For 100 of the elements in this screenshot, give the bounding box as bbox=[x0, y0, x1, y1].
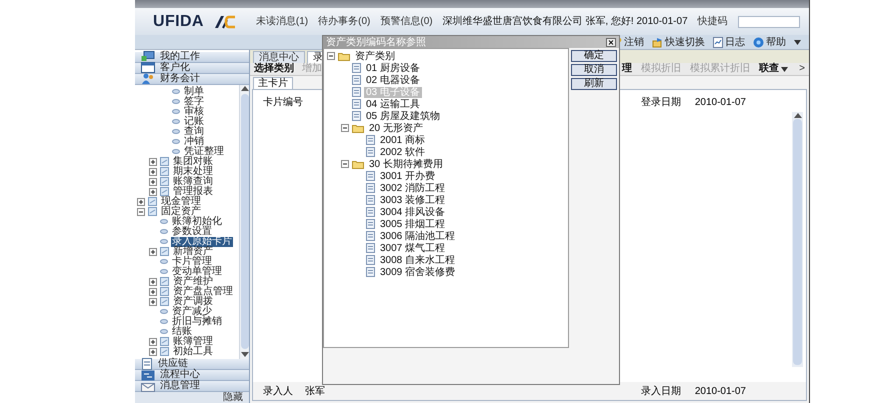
tree-item[interactable]: 资产减少 bbox=[171, 306, 213, 317]
expand-icon[interactable] bbox=[149, 298, 157, 306]
tree-item[interactable]: 变动单管理 bbox=[171, 266, 223, 277]
expand-icon[interactable] bbox=[149, 168, 157, 176]
tree-item[interactable]: 3005 排烟工程 bbox=[378, 218, 448, 230]
header-link[interactable]: 未读消息(1) bbox=[256, 14, 308, 29]
tree-item[interactable]: 01 厨房设备 bbox=[364, 62, 422, 74]
toolbar-action[interactable]: 理 bbox=[622, 63, 632, 75]
nav-section-header[interactable]: 客户化 bbox=[135, 62, 249, 74]
tree-item[interactable]: 结账 bbox=[171, 326, 193, 337]
caret-icon[interactable] bbox=[794, 40, 801, 44]
tree-item[interactable]: 资产调拨 bbox=[172, 296, 214, 307]
tree-item[interactable]: 初始工具 bbox=[172, 346, 214, 357]
expand-icon[interactable] bbox=[149, 178, 157, 186]
nav-section-header[interactable]: 我的工作 bbox=[135, 52, 249, 63]
tree-item[interactable]: 审核 bbox=[183, 106, 205, 117]
quick-code-field[interactable] bbox=[738, 16, 800, 28]
toolbar-button[interactable]: 日志 bbox=[713, 36, 745, 48]
tree-item[interactable]: 折旧与摊销 bbox=[171, 316, 223, 327]
tree-item[interactable]: 资产盘点管理 bbox=[172, 286, 234, 297]
tree-item[interactable]: 账簿管理 bbox=[172, 336, 214, 347]
tree-item[interactable]: 3004 排风设备 bbox=[378, 206, 448, 218]
expand-icon[interactable] bbox=[149, 338, 157, 346]
tree-item[interactable]: 05 房屋及建筑物 bbox=[364, 110, 442, 122]
toolbar-action[interactable]: 联查 bbox=[759, 63, 788, 75]
nav-section-header[interactable]: 财务会计 bbox=[135, 74, 249, 85]
tree-item[interactable]: 30 长期待摊费用 bbox=[367, 158, 445, 170]
page-icon bbox=[160, 247, 169, 256]
tree-item[interactable]: 3001 开办费 bbox=[378, 170, 438, 182]
tree-item[interactable]: 3009 宿舍装修费 bbox=[378, 266, 458, 278]
envelope-icon bbox=[141, 380, 155, 392]
tree-item[interactable]: 3006 隔油池工程 bbox=[378, 230, 458, 242]
tree-item[interactable]: 现金管理 bbox=[160, 196, 202, 207]
tree-item[interactable]: 冲销 bbox=[183, 136, 205, 147]
nav-section-header[interactable]: 消息管理 bbox=[135, 381, 249, 392]
tree-item[interactable]: 凭证整理 bbox=[183, 146, 225, 157]
tree-item[interactable]: 3008 自来水工程 bbox=[378, 254, 458, 266]
expand-icon[interactable] bbox=[149, 158, 157, 166]
tree-item[interactable]: 记账 bbox=[183, 116, 205, 127]
bullet-icon bbox=[172, 109, 180, 114]
tree-item[interactable]: 02 电器设备 bbox=[364, 74, 422, 86]
expand-icon[interactable] bbox=[149, 188, 157, 196]
page-icon bbox=[160, 277, 169, 286]
header-link[interactable]: 预警信息(0) bbox=[380, 14, 433, 29]
tree-item[interactable]: 资产类别 bbox=[353, 50, 397, 62]
collapse-icon[interactable] bbox=[327, 52, 335, 60]
tree-item[interactable]: 查询 bbox=[183, 126, 205, 137]
collapse-icon[interactable] bbox=[137, 208, 145, 216]
field-value: 2010-01-07 bbox=[694, 384, 746, 398]
logo-text: UFIDA bbox=[153, 12, 204, 32]
close-icon[interactable] bbox=[606, 38, 616, 46]
document-icon bbox=[352, 99, 361, 109]
tree-item[interactable]: 3002 消防工程 bbox=[378, 182, 448, 194]
tab[interactable]: 消息中心 bbox=[253, 51, 305, 63]
tree-item[interactable]: 资产维护 bbox=[172, 276, 214, 287]
tree-item[interactable]: 04 运输工具 bbox=[364, 98, 422, 110]
tree-item[interactable]: 3007 煤气工程 bbox=[378, 242, 448, 254]
document-icon bbox=[366, 243, 375, 253]
field-label: 卡片编号 bbox=[263, 96, 303, 110]
tree-item[interactable]: 卡片管理 bbox=[171, 256, 213, 267]
tree-item[interactable]: 2002 软件 bbox=[378, 146, 428, 158]
scrollbar[interactable] bbox=[239, 84, 249, 360]
dialog-button[interactable]: 确定 bbox=[571, 50, 617, 62]
document-icon bbox=[366, 219, 375, 229]
log-icon bbox=[713, 36, 723, 48]
collapse-icon[interactable] bbox=[341, 124, 349, 132]
tree-item[interactable]: 集团对账 bbox=[172, 156, 214, 167]
toolbar-button[interactable]: 快速切换 bbox=[652, 36, 705, 48]
toolbar-action[interactable]: 选择类别 bbox=[254, 63, 294, 75]
dialog-button[interactable]: 刷新 bbox=[571, 78, 617, 90]
tree-item[interactable]: 制单 bbox=[183, 86, 205, 97]
tree-item[interactable]: 期末处理 bbox=[172, 166, 214, 177]
folder-icon bbox=[352, 160, 364, 168]
scrollbar[interactable] bbox=[792, 112, 803, 367]
expand-icon[interactable] bbox=[149, 248, 157, 256]
expand-icon[interactable] bbox=[137, 198, 145, 206]
expand-icon[interactable] bbox=[149, 348, 157, 356]
bullet-icon bbox=[160, 309, 168, 314]
tree-item[interactable]: 固定资产 bbox=[160, 206, 202, 217]
tree-item[interactable]: 2001 商标 bbox=[378, 134, 428, 146]
collapse-icon[interactable] bbox=[341, 160, 349, 168]
hide-button[interactable]: 隐藏 bbox=[223, 392, 243, 403]
tab[interactable]: 主卡片 bbox=[253, 77, 293, 89]
expand-icon[interactable] bbox=[149, 278, 157, 286]
expand-icon[interactable] bbox=[149, 288, 157, 296]
tree-item[interactable]: 管理报表 bbox=[172, 186, 214, 197]
monitor-icon bbox=[141, 51, 155, 62]
page-icon bbox=[160, 347, 169, 356]
tree-item[interactable]: 新增资产 bbox=[172, 246, 214, 257]
tree-item[interactable]: 3003 装修工程 bbox=[378, 194, 448, 206]
tree-item[interactable]: 20 无形资产 bbox=[367, 122, 425, 134]
section-label: 财务会计 bbox=[160, 74, 200, 84]
tree-item[interactable]: 账簿查询 bbox=[172, 176, 214, 187]
tree-item[interactable]: 账簿初始化 bbox=[171, 216, 223, 227]
more-button[interactable]: > bbox=[799, 63, 805, 75]
tree-item[interactable]: 签字 bbox=[183, 96, 205, 107]
dialog-button[interactable]: 取消 bbox=[571, 64, 617, 76]
tree-item[interactable]: 参数设置 bbox=[171, 226, 213, 237]
toolbar-button[interactable]: 帮助 bbox=[753, 36, 786, 48]
header-link[interactable]: 待办事务(0) bbox=[318, 14, 370, 29]
